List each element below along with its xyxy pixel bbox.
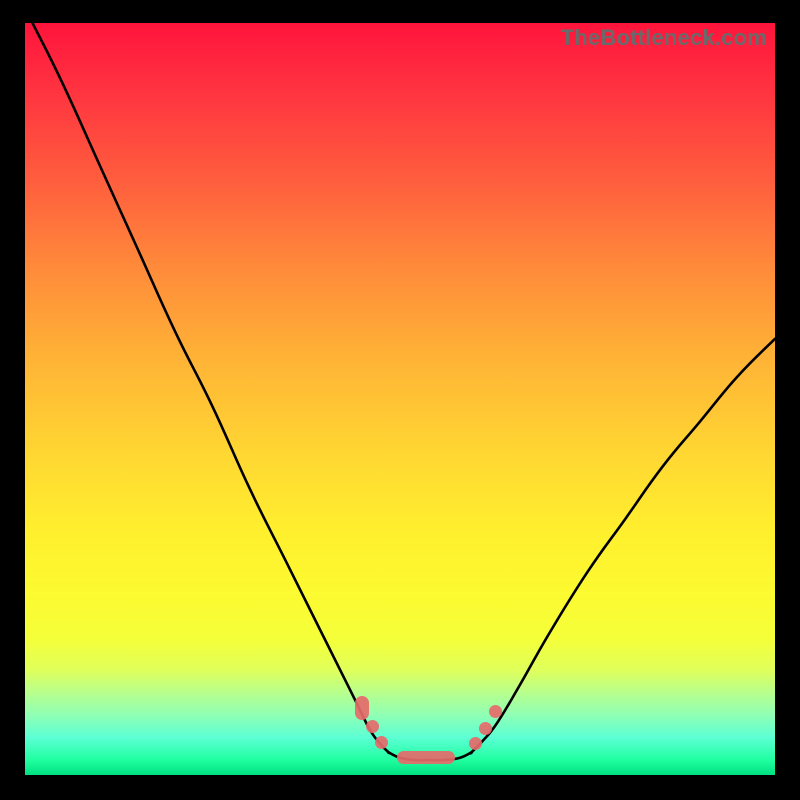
chart-plot-area: TheBottleneck.com [25,23,775,775]
marker-flat-bar [397,751,455,764]
marker-right-outer [489,705,502,718]
marker-left-inner [375,736,388,749]
curve-path [33,23,776,760]
bottleneck-curve [25,23,775,775]
marker-right-inner [469,737,482,750]
marker-right-mid [479,722,492,735]
marker-left-outer [355,696,369,720]
